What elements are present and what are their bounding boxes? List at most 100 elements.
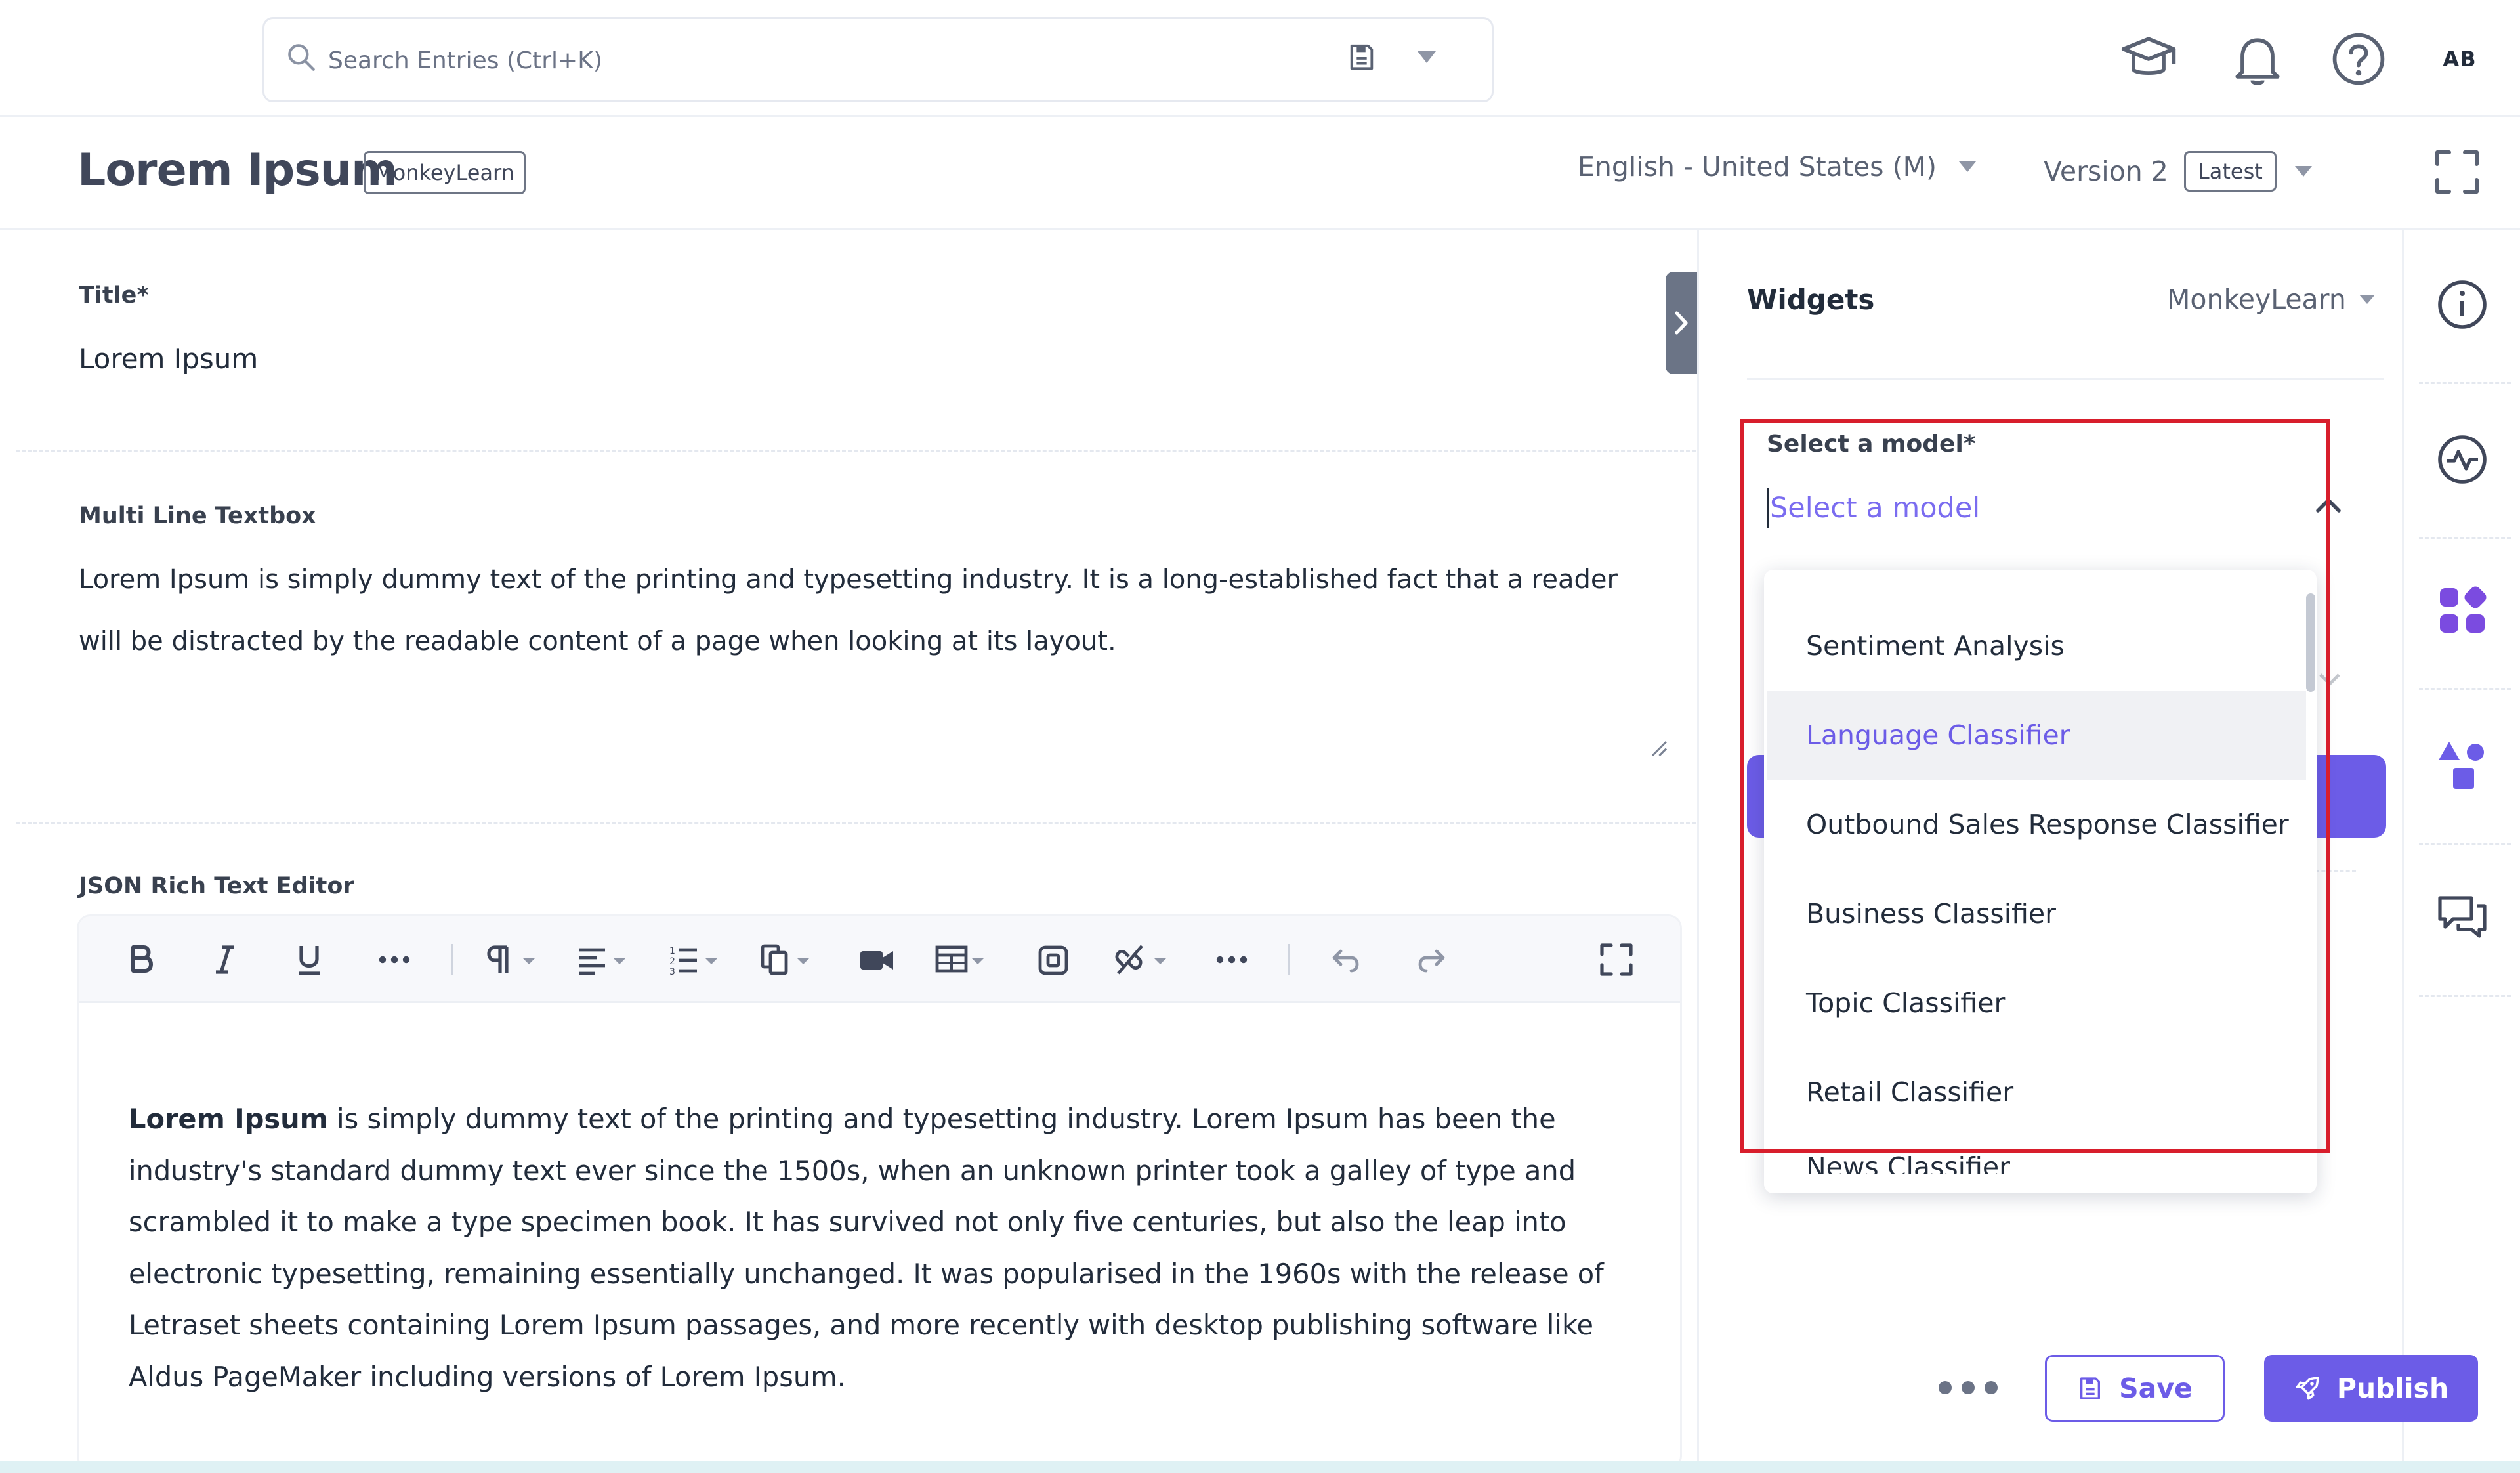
editor-fullscreen-button[interactable] bbox=[1595, 936, 1638, 983]
table-icon bbox=[935, 945, 984, 973]
list-button[interactable]: 123 bbox=[665, 936, 724, 983]
video-button[interactable] bbox=[853, 936, 900, 983]
chevron-down-icon bbox=[2359, 295, 2375, 304]
resize-handle-icon[interactable] bbox=[1648, 738, 1668, 758]
copy-button[interactable] bbox=[757, 936, 816, 983]
undo-icon bbox=[1332, 949, 1359, 973]
help-icon[interactable] bbox=[2328, 29, 2389, 89]
content-type-badge: MonkeyLearn bbox=[364, 151, 526, 194]
italic-button[interactable] bbox=[205, 936, 245, 983]
chevron-down-icon bbox=[1958, 161, 1976, 172]
rail-divider bbox=[2419, 843, 2511, 845]
widget-app-selector[interactable]: MonkeyLearn bbox=[2167, 284, 2375, 315]
version-label: Version 2 bbox=[2044, 156, 2168, 187]
embed-icon bbox=[1038, 945, 1068, 975]
more-formatting-button[interactable] bbox=[374, 936, 415, 983]
rail-divider bbox=[2419, 688, 2511, 690]
fullscreen-icon[interactable] bbox=[2433, 148, 2481, 196]
link-button[interactable] bbox=[1109, 936, 1175, 983]
dot bbox=[1984, 1381, 1998, 1394]
underline-button[interactable] bbox=[289, 936, 329, 983]
unlink-icon bbox=[1115, 945, 1167, 975]
align-button[interactable] bbox=[574, 936, 633, 983]
publish-button-label: Publish bbox=[2336, 1373, 2449, 1404]
svg-text:2: 2 bbox=[669, 956, 675, 967]
ellipsis-icon bbox=[379, 956, 410, 964]
rich-text-body: is simply dummy text of the printing and… bbox=[129, 1103, 1604, 1393]
panel-toggle-button[interactable] bbox=[1666, 272, 1697, 374]
chevron-down-icon bbox=[2294, 166, 2312, 177]
svg-text:3: 3 bbox=[669, 967, 675, 977]
embed-button[interactable] bbox=[1030, 936, 1078, 983]
window-bottom-edge bbox=[0, 1461, 2520, 1473]
widgets-title: Widgets bbox=[1747, 284, 1875, 316]
field-divider bbox=[16, 450, 1696, 452]
dot bbox=[1939, 1381, 1952, 1394]
multi-line-textarea[interactable]: Lorem Ipsum is simply dummy text of the … bbox=[79, 549, 1667, 759]
comments-icon bbox=[2438, 896, 2487, 938]
more-tools-button[interactable] bbox=[1211, 936, 1252, 983]
save-icon bbox=[2080, 1377, 2101, 1399]
redo-button[interactable] bbox=[1408, 936, 1452, 983]
dot bbox=[1962, 1381, 1975, 1394]
title-input[interactable] bbox=[79, 335, 1588, 382]
locale-label: English - United States (M) bbox=[1578, 151, 1937, 182]
video-icon bbox=[860, 951, 893, 970]
activity-icon bbox=[2438, 435, 2487, 484]
rail-divider bbox=[2419, 382, 2511, 384]
widgets-rail-button[interactable] bbox=[2432, 735, 2492, 796]
chevron-down-icon[interactable] bbox=[1418, 51, 1436, 64]
dropdown-bottom-edge bbox=[1764, 1175, 2317, 1193]
panel-divider bbox=[1747, 378, 2384, 380]
table-button[interactable] bbox=[932, 936, 991, 983]
fullscreen-icon bbox=[1600, 943, 1633, 976]
more-actions-button[interactable] bbox=[1939, 1375, 1998, 1401]
version-selector[interactable]: Version 2 Latest bbox=[2044, 151, 2312, 192]
bold-icon bbox=[131, 945, 153, 973]
info-rail-button[interactable] bbox=[2432, 274, 2492, 335]
search-input[interactable] bbox=[328, 29, 1312, 92]
rich-text-field-label: JSON Rich Text Editor bbox=[79, 873, 354, 899]
comments-rail-button[interactable] bbox=[2432, 887, 2492, 948]
toolbar-separator bbox=[1288, 944, 1290, 975]
search-icon bbox=[288, 44, 315, 71]
undo-button[interactable] bbox=[1326, 936, 1369, 983]
extensions-rail-button[interactable] bbox=[2432, 580, 2492, 641]
svg-text:1: 1 bbox=[669, 946, 675, 956]
right-rail bbox=[2402, 230, 2520, 1473]
rich-text-content[interactable]: Lorem Ipsum is simply dummy text of the … bbox=[129, 1094, 1625, 1403]
activity-rail-button[interactable] bbox=[2432, 429, 2492, 490]
avatar[interactable]: AB bbox=[2428, 28, 2491, 91]
redo-icon bbox=[1418, 949, 1445, 973]
title-field-label: Title* bbox=[79, 282, 149, 309]
academy-icon[interactable] bbox=[2118, 29, 2179, 89]
paragraph-button[interactable] bbox=[483, 936, 542, 983]
align-left-icon bbox=[579, 948, 626, 975]
paragraph-icon bbox=[487, 945, 536, 973]
rail-divider bbox=[2419, 995, 2511, 997]
shapes-icon bbox=[2439, 742, 2484, 789]
save-button-label: Save bbox=[2119, 1373, 2193, 1404]
rail-divider bbox=[2419, 537, 2511, 539]
bold-button[interactable] bbox=[121, 936, 161, 983]
numbered-list-icon: 123 bbox=[669, 946, 718, 977]
save-button[interactable]: Save bbox=[2045, 1355, 2225, 1422]
widget-app-label: MonkeyLearn bbox=[2167, 284, 2346, 315]
italic-icon bbox=[216, 945, 234, 974]
rocket-icon bbox=[2296, 1377, 2319, 1400]
multi-line-field-label: Multi Line Textbox bbox=[79, 503, 316, 529]
publish-button[interactable]: Publish bbox=[2264, 1355, 2478, 1422]
extensions-icon bbox=[2440, 586, 2487, 633]
locale-selector[interactable]: English - United States (M) bbox=[1578, 151, 1976, 182]
chevron-right-icon bbox=[1675, 311, 1688, 335]
copy-icon bbox=[761, 944, 810, 975]
toolbar-separator bbox=[452, 944, 453, 975]
saved-search-icon[interactable] bbox=[1347, 42, 1377, 72]
ellipsis-icon bbox=[1216, 956, 1248, 964]
latest-badge: Latest bbox=[2183, 151, 2277, 192]
bell-icon[interactable] bbox=[2227, 29, 2288, 89]
highlight-annotation bbox=[1740, 419, 2330, 1153]
field-divider bbox=[16, 822, 1696, 824]
underline-icon bbox=[299, 946, 320, 975]
page-title: Lorem Ipsum bbox=[77, 144, 398, 196]
